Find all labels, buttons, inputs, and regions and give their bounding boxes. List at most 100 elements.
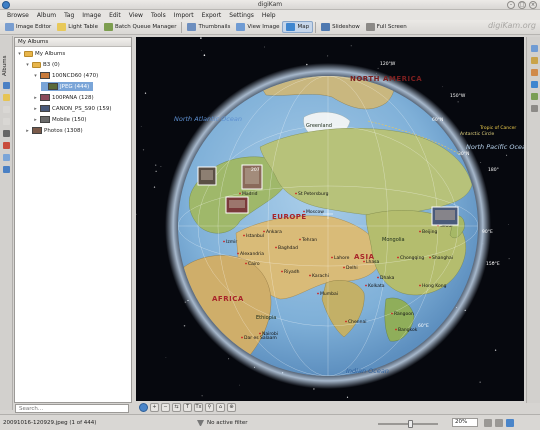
city-dot <box>281 270 283 273</box>
menu-album[interactable]: Album <box>33 12 60 19</box>
star <box>377 67 379 69</box>
collapsed-chevron-icon[interactable]: ▸ <box>33 106 38 112</box>
left-side-tab[interactable] <box>0 152 13 162</box>
filter-icon[interactable] <box>197 420 204 426</box>
album-tree-item[interactable]: ▾ B3 (0) <box>25 60 60 69</box>
toolbar-button-label: Batch Queue Manager <box>114 24 177 30</box>
right-side-tab[interactable] <box>527 43 540 53</box>
album-tree-item[interactable]: ▸ Photos (1308) <box>25 126 83 135</box>
fuzzy-search-tab-icon <box>3 153 10 161</box>
album-tree-item[interactable]: ▾ 100NCD60 (470) <box>33 71 98 80</box>
left-side-tab[interactable] <box>0 128 13 138</box>
batch-queue-manager-button[interactable]: Batch Queue Manager <box>101 21 179 33</box>
right-side-tab[interactable] <box>527 55 540 65</box>
menu-browse[interactable]: Browse <box>3 12 33 19</box>
add-marker-icon[interactable]: ⊕ <box>227 403 236 412</box>
toolbar-button-label: Slideshow <box>332 24 360 30</box>
album-label: 100PANA (128) <box>52 94 94 101</box>
globe-map-svg[interactable]: NORTH AMERICA North Atlantic Ocean North P… <box>136 37 524 401</box>
menu-export[interactable]: Export <box>198 12 226 19</box>
city-dot <box>239 192 241 195</box>
menu-view[interactable]: View <box>125 12 147 19</box>
album-tree-item[interactable]: ▸ CANON_PS_S90 (159) <box>33 104 112 113</box>
image-editor-button[interactable]: Image Editor <box>2 21 54 33</box>
menu-edit[interactable]: Edit <box>105 12 125 19</box>
left-side-tab[interactable] <box>0 140 13 150</box>
minimize-button[interactable]: – <box>507 1 515 9</box>
right-side-tab[interactable] <box>527 67 540 77</box>
photo-cluster-marker[interactable] <box>431 206 459 226</box>
collapsed-chevron-icon[interactable]: ▸ <box>33 117 38 123</box>
folder-icon <box>32 61 41 68</box>
menu-import[interactable]: Import <box>170 12 198 19</box>
right-side-tab[interactable] <box>527 91 540 101</box>
zoom-fit-icon[interactable] <box>495 419 503 427</box>
world-map-view[interactable]: NORTH AMERICA North Atlantic Ocean North P… <box>136 37 524 401</box>
left-side-tab[interactable] <box>0 104 13 114</box>
map-label-cairo: Cairo <box>248 261 260 267</box>
photo-cluster-marker[interactable]: 207 <box>241 164 263 190</box>
city-dot <box>241 336 243 339</box>
star <box>263 46 265 48</box>
city-dot <box>245 262 247 265</box>
slideshow-button[interactable]: Slideshow <box>318 21 363 33</box>
view-image-button[interactable]: View Image <box>233 21 282 33</box>
collapsed-chevron-icon[interactable]: ▸ <box>33 95 38 101</box>
city-dot <box>259 332 261 335</box>
album-thumb-icon <box>32 127 42 134</box>
graticule-label: 90°E <box>482 229 493 235</box>
light-table-button[interactable]: Light Table <box>54 21 101 33</box>
photo-cluster-marker[interactable] <box>225 196 249 214</box>
album-tree-item[interactable]: ▾ My Albums <box>17 49 65 58</box>
left-side-tab[interactable] <box>0 116 13 126</box>
flip-icon[interactable]: ⇆ <box>172 403 181 412</box>
expanded-chevron-icon[interactable]: ▾ <box>25 62 30 68</box>
text-icon[interactable]: T <box>183 403 192 412</box>
star <box>144 92 147 94</box>
text-format-icon[interactable]: Tx <box>194 403 203 412</box>
globe-view-icon[interactable] <box>139 403 148 412</box>
left-side-tab[interactable] <box>0 92 13 102</box>
maximize-button[interactable]: □ <box>518 1 526 9</box>
map-label-africa: AFRICA <box>212 295 244 303</box>
menu-tag[interactable]: Tag <box>60 12 78 19</box>
zoom-in-icon[interactable]: + <box>150 403 159 412</box>
star <box>160 166 162 167</box>
star <box>142 149 145 151</box>
photo-cluster-marker[interactable] <box>197 166 217 186</box>
search-location-icon[interactable]: ⚲ <box>205 403 214 412</box>
close-button[interactable]: × <box>529 1 537 9</box>
city-dot <box>377 276 379 279</box>
album-tree-item[interactable]: ▸ Mobile (150) <box>33 115 87 124</box>
album-search-input[interactable] <box>15 404 129 413</box>
thumbnails-button[interactable]: Thumbnails <box>184 21 233 33</box>
full-screen-button[interactable]: Full Screen <box>363 21 410 33</box>
map-button[interactable]: Map <box>282 21 314 33</box>
toolbar-separator <box>181 21 183 33</box>
home-location-icon[interactable]: ⌂ <box>216 403 225 412</box>
menu-tools[interactable]: Tools <box>147 12 170 19</box>
menu-settings[interactable]: Settings <box>225 12 258 19</box>
album-tree-item[interactable]: ▸ 100PANA (128) <box>33 93 94 102</box>
menu-help[interactable]: Help <box>258 12 280 19</box>
album-label: My Albums <box>35 50 66 57</box>
left-side-tab[interactable] <box>0 164 13 174</box>
right-side-tab[interactable] <box>527 79 540 89</box>
album-tree-item[interactable]: JPEG (444) <box>41 82 94 91</box>
zoom-level-field[interactable]: 20% <box>452 418 478 427</box>
graticule-label: 60°E <box>418 323 429 329</box>
progress-icon[interactable] <box>484 419 492 427</box>
left-side-tab[interactable] <box>0 80 13 90</box>
expanded-chevron-icon[interactable]: ▾ <box>33 73 38 79</box>
map-label-izmir: Izmir <box>226 239 237 245</box>
menu-image[interactable]: Image <box>78 12 105 19</box>
zoom-slider[interactable] <box>378 420 438 428</box>
expanded-chevron-icon[interactable]: ▾ <box>17 51 22 57</box>
side-tab-albums-label[interactable]: Albums <box>2 56 8 77</box>
star <box>508 258 510 260</box>
zoom-slider-handle[interactable] <box>408 420 414 428</box>
collapsed-chevron-icon[interactable]: ▸ <box>25 128 30 134</box>
zoom-out-icon[interactable]: − <box>161 403 170 412</box>
right-side-tab[interactable] <box>527 103 540 113</box>
notification-icon[interactable] <box>506 419 514 427</box>
